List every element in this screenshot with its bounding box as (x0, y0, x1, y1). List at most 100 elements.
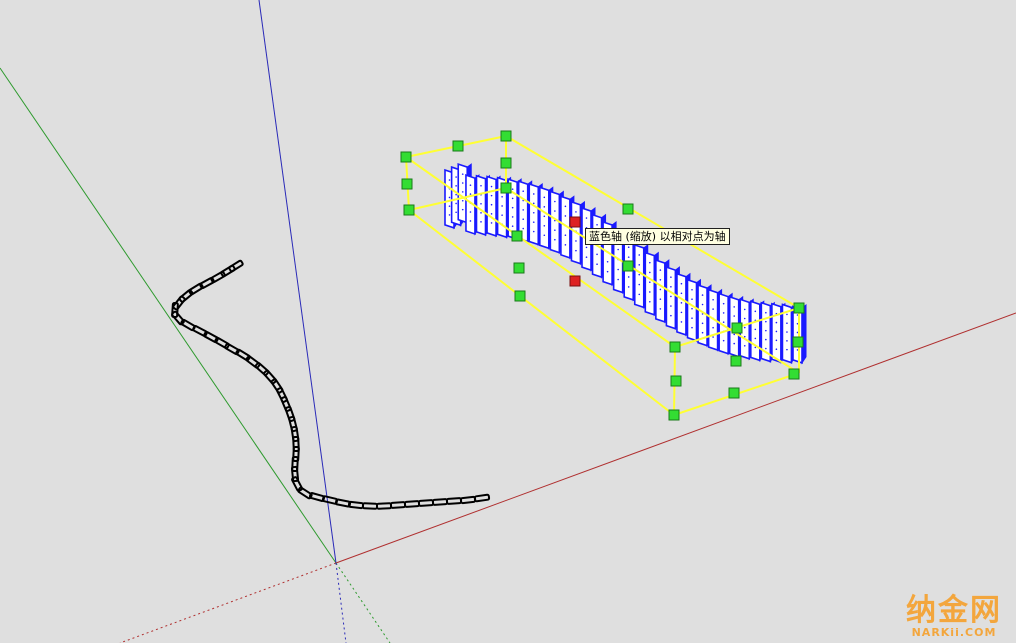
domino-dot (638, 264, 641, 266)
domino-outline[interactable] (375, 502, 393, 510)
scale-grip-handle[interactable] (400, 151, 412, 163)
scale-grip-handle[interactable] (668, 409, 680, 421)
domino-dot (733, 306, 736, 308)
tooltip-text: 蓝色轴 (缩放) 以相对点为轴 (589, 230, 726, 243)
domino-dot (638, 254, 641, 256)
domino-dot (448, 205, 451, 207)
domino-dot (680, 282, 683, 285)
domino-outline[interactable] (263, 369, 277, 385)
domino-dot (722, 312, 725, 314)
domino-block[interactable] (475, 174, 487, 236)
axes (0, 0, 1016, 643)
scale-grip-handle[interactable] (670, 375, 682, 387)
domino-outline[interactable] (291, 476, 303, 492)
domino-dot (575, 240, 577, 242)
scale-grip-handle[interactable] (792, 336, 804, 348)
domino-dot (543, 206, 546, 208)
domino-block[interactable] (792, 303, 803, 365)
domino-outline[interactable] (459, 495, 477, 505)
domino-dot (490, 185, 493, 188)
scale-tooltip: 蓝色轴 (缩放) 以相对点为轴 (585, 228, 730, 245)
domino-dot (712, 336, 714, 338)
domino-block[interactable] (528, 182, 540, 246)
scale-grip-handle[interactable] (669, 341, 681, 353)
domino-outline[interactable] (445, 497, 463, 505)
scale-grip-handle[interactable] (511, 230, 523, 242)
blue-axis-dashed (335, 562, 347, 643)
domino-dot (596, 223, 598, 226)
scale-grip-handle[interactable] (622, 260, 634, 272)
domino-dot (754, 310, 757, 313)
scale-grip-handle[interactable] (514, 290, 526, 302)
domino-outline[interactable] (473, 493, 491, 503)
domino-dot (691, 288, 693, 291)
scale-grip-handle[interactable] (403, 204, 415, 216)
scale-grip-handle[interactable] (452, 140, 464, 152)
domino-outline[interactable] (361, 502, 379, 510)
domino-dot (691, 326, 693, 329)
domino-dot (691, 317, 693, 319)
domino-dot (455, 211, 457, 214)
domino-dot (670, 276, 672, 278)
domino-dot (596, 253, 598, 256)
domino-dot (554, 238, 556, 241)
scale-grip-handle[interactable] (728, 387, 740, 399)
domino-dot (532, 193, 535, 195)
domino-dot (511, 206, 514, 209)
green-axis-solid (0, 67, 337, 564)
scene-canvas[interactable] (0, 0, 1016, 643)
scale-grip-handle[interactable] (513, 262, 525, 274)
domino-dot (585, 256, 588, 258)
domino-outlines[interactable] (171, 259, 491, 510)
domino-dot (670, 305, 672, 307)
domino-dot (455, 193, 457, 196)
bbox-edge (505, 187, 800, 374)
domino-outline[interactable] (245, 355, 261, 369)
domino-dot (786, 322, 788, 325)
domino-dot (743, 308, 746, 311)
domino-dot (564, 244, 567, 246)
scale-grip-handle[interactable] (788, 368, 800, 380)
domino-block[interactable] (549, 190, 561, 254)
domino-dot (680, 292, 683, 295)
scale-grip-handle[interactable] (500, 182, 512, 194)
domino-block[interactable] (750, 300, 761, 362)
domino-outline[interactable] (431, 498, 449, 506)
scale-grip-handle[interactable] (730, 355, 742, 367)
scale-grip-handle[interactable] (622, 203, 634, 215)
scale-grip-handle[interactable] (793, 302, 805, 314)
scale-grip-handle[interactable] (500, 157, 512, 169)
domino-block[interactable] (539, 186, 550, 250)
domino-outline[interactable] (254, 362, 270, 376)
domino-block[interactable] (771, 302, 782, 364)
scale-grip-handle[interactable] (401, 178, 413, 190)
scale-pivot-handle[interactable] (569, 216, 581, 228)
domino-dot (649, 300, 651, 303)
domino-dot (606, 270, 609, 273)
domino-block[interactable] (686, 278, 698, 342)
domino-dot (448, 179, 451, 181)
domino-outline[interactable] (403, 500, 421, 508)
scale-grip-handle[interactable] (731, 322, 743, 334)
domino-dot (469, 193, 472, 195)
domino-outline[interactable] (235, 348, 251, 362)
domino-dot (448, 196, 451, 199)
domino-outline[interactable] (389, 501, 407, 509)
domino-dot (480, 184, 482, 187)
scale-grip-handle[interactable] (500, 130, 512, 142)
domino-outline[interactable] (347, 500, 365, 510)
scale-pivot-handle[interactable] (569, 275, 581, 287)
domino-dot (765, 338, 767, 341)
domino-dot (490, 213, 493, 215)
domino-dot (743, 317, 746, 320)
domino-outline[interactable] (417, 499, 435, 507)
domino-dot (455, 185, 457, 187)
domino-dot (733, 315, 736, 317)
domino-block[interactable] (676, 272, 687, 337)
watermark-logo: 纳金网 NARKii.COM (906, 595, 1002, 639)
domino-block[interactable] (486, 175, 497, 238)
domino-outline[interactable] (188, 282, 204, 296)
domino-dot (455, 202, 457, 205)
3d-viewport[interactable]: 蓝色轴 (缩放) 以相对点为轴 纳金网 NARKii.COM (0, 0, 1016, 643)
domino-dot (743, 345, 746, 347)
